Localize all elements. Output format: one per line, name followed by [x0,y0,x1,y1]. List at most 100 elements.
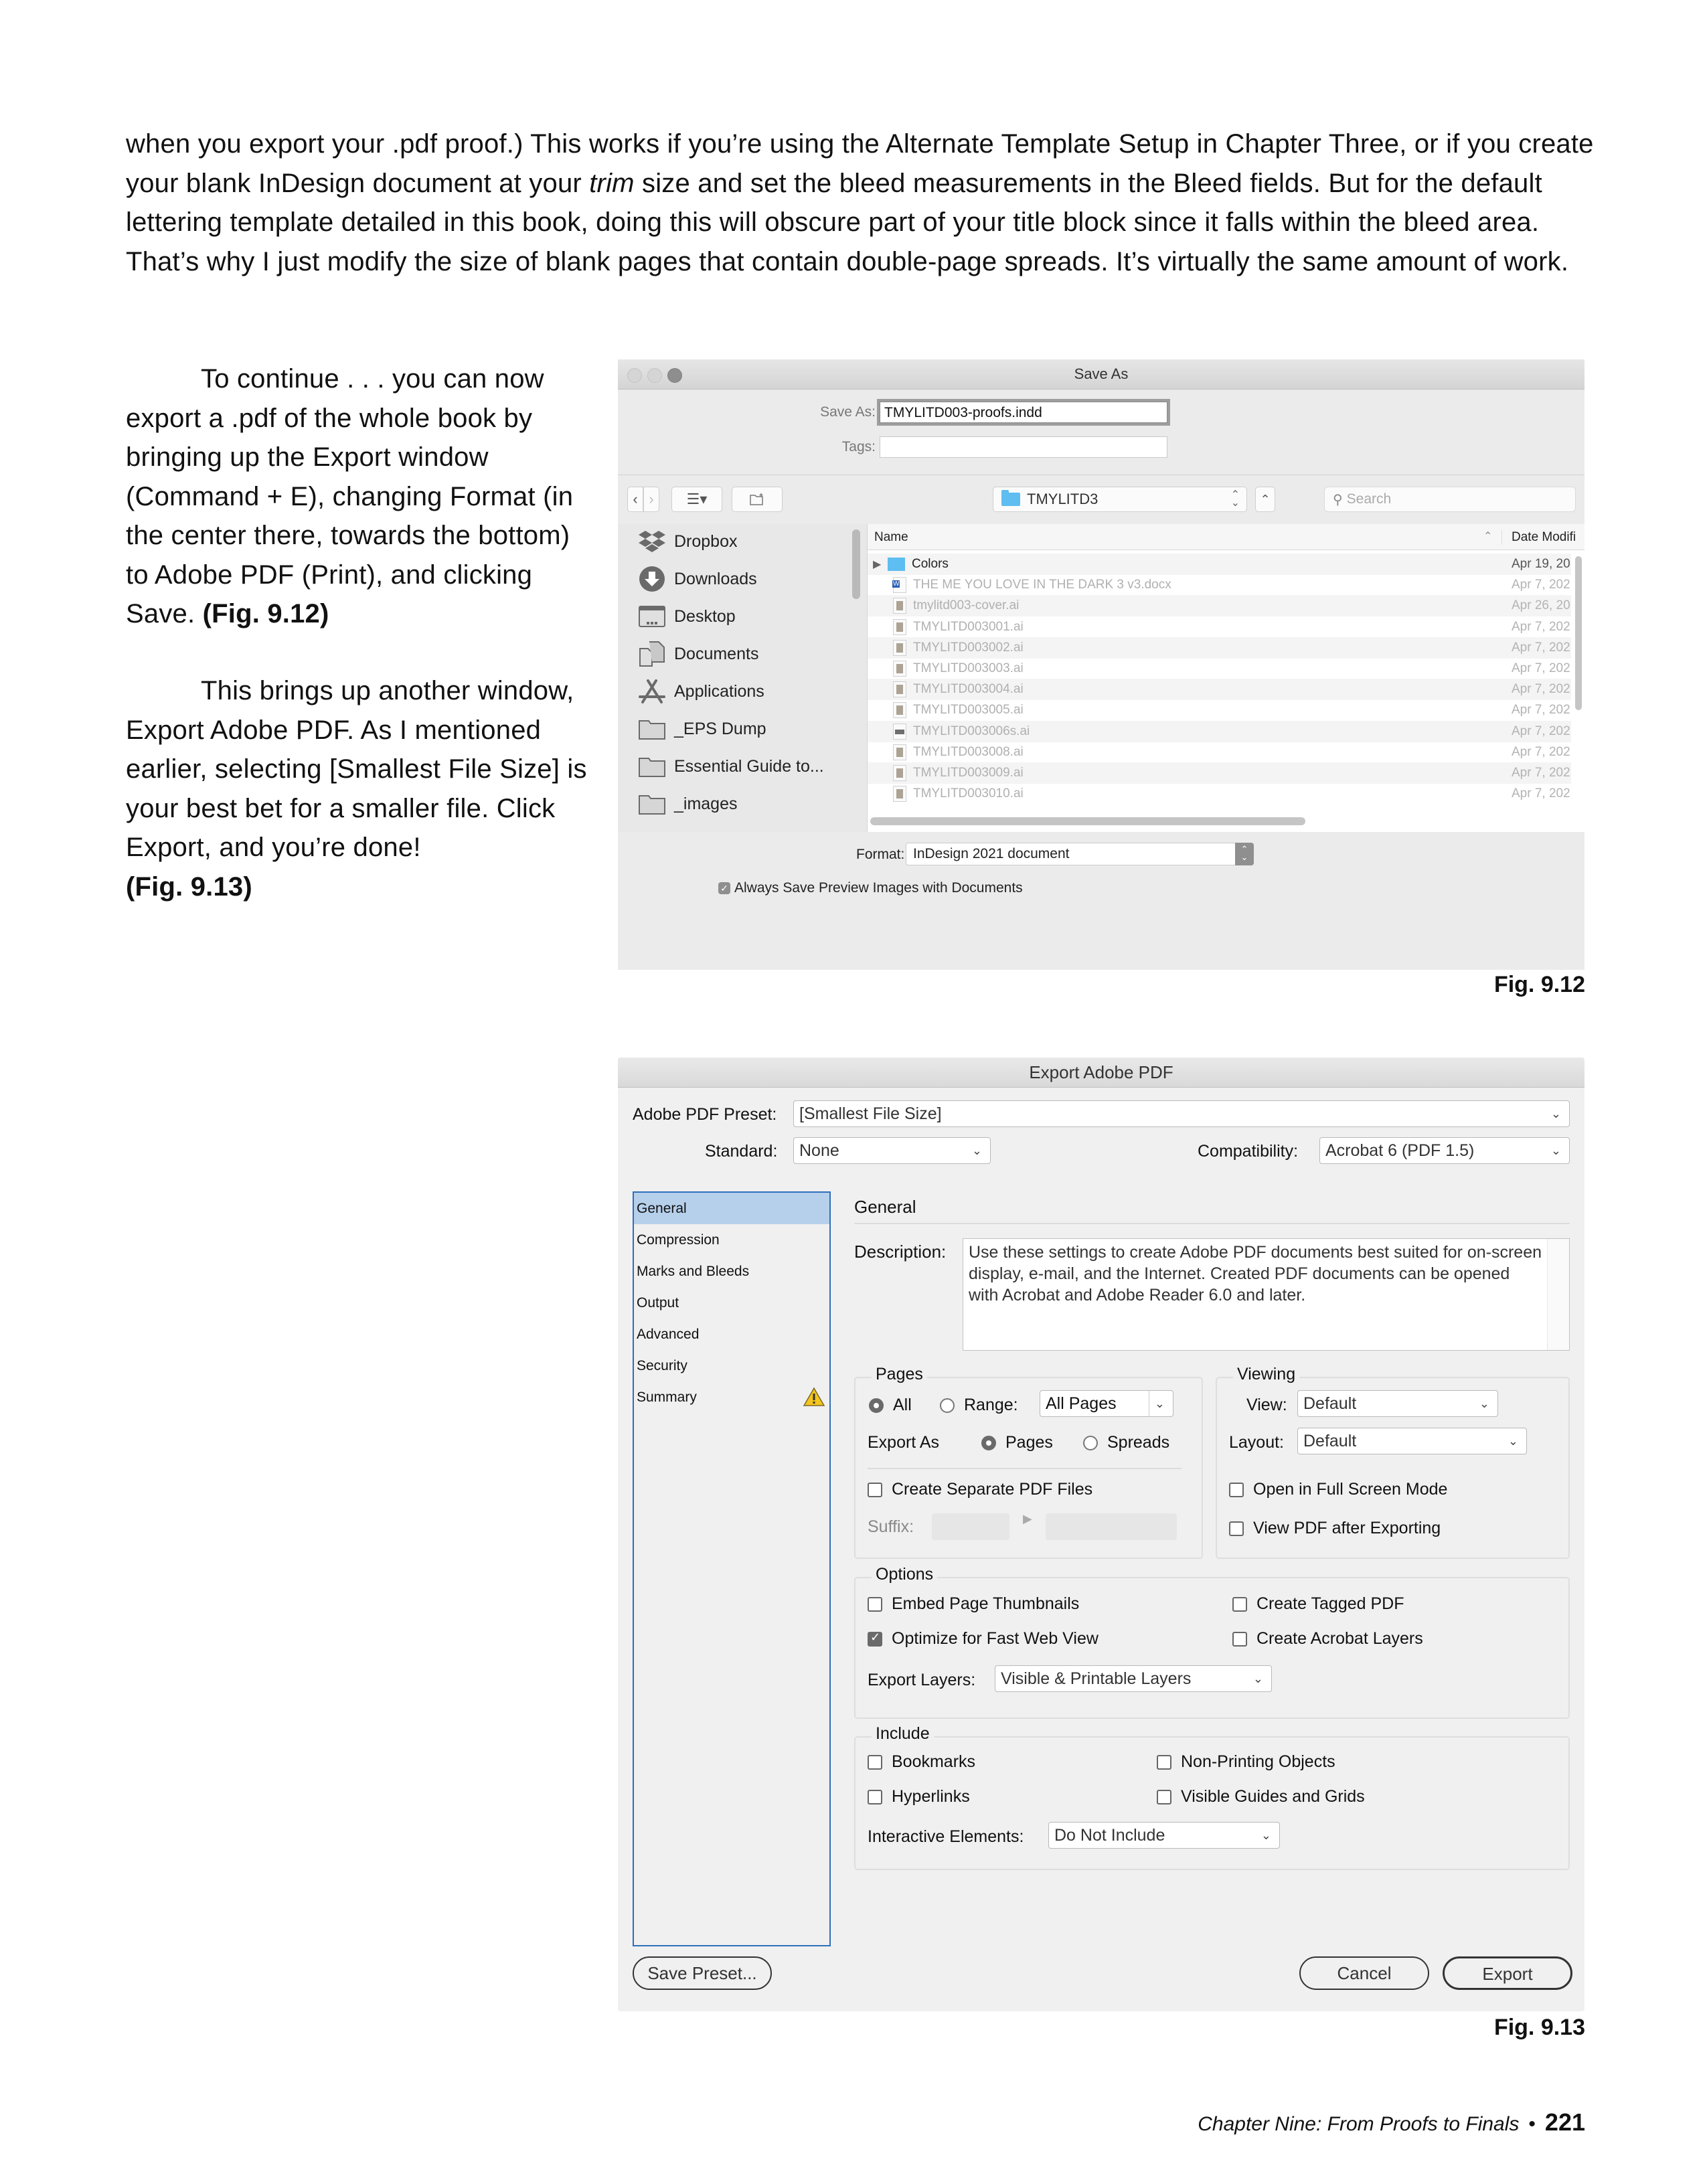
sidebar-item-dropbox[interactable]: Dropbox [638,528,738,555]
sidebar-item-images[interactable]: _images [638,790,738,817]
sidebar-item-essential-guide[interactable]: Essential Guide to... [638,753,824,780]
panel-item-general[interactable]: General [634,1193,829,1224]
paragraph-continue-text: To continue . . . you can now export a .… [126,364,574,628]
fast-web-view-checkbox[interactable]: Optimize for Fast Web View [868,1629,1099,1649]
range-radio[interactable]: Range: [940,1396,1018,1415]
file-row[interactable]: TMYLITD003009.ai Apr 7, 202 [868,762,1571,784]
acrobat-layers-checkbox[interactable]: Create Acrobat Layers [1232,1629,1423,1649]
panel-item-output[interactable]: Output [634,1287,829,1319]
file-row[interactable]: TMYLITD003005.ai Apr 7, 202 [868,699,1571,721]
zoom-window-button[interactable] [667,368,682,383]
sidebar-item-documents[interactable]: Documents [638,641,758,667]
sidebar-item-eps-dump[interactable]: _EPS Dump [638,716,766,742]
illustrator-file-icon [893,681,906,698]
suffix-field[interactable] [932,1513,1009,1540]
close-window-button[interactable] [627,368,642,383]
embed-thumbnails-checkbox[interactable]: Embed Page Thumbnails [868,1594,1079,1614]
view-after-export-checkbox[interactable]: View PDF after Exporting [1229,1519,1441,1538]
file-row[interactable]: TMYLITD003003.ai Apr 7, 202 [868,658,1571,679]
interactive-elements-select[interactable]: Do Not Include ⌄ [1048,1822,1280,1849]
export-layers-select[interactable]: Visible & Printable Layers ⌄ [995,1665,1272,1692]
folder-icon [638,753,666,780]
panel-item-marks-and-bleeds[interactable]: Marks and Bleeds [634,1256,829,1287]
standard-value: None [799,1141,839,1160]
desktop-icon [638,603,666,630]
hyperlinks-checkbox[interactable]: Hyperlinks [868,1787,970,1807]
panel-item-summary[interactable]: Summary [634,1381,829,1413]
cancel-button[interactable]: Cancel [1299,1956,1429,1990]
file-row[interactable]: TMYLITD003001.ai Apr 7, 202 [868,616,1571,638]
file-row[interactable]: tmylitd003-cover.ai Apr 26, 20 [868,595,1571,617]
panel-item-advanced[interactable]: Advanced [634,1319,829,1350]
compatibility-value: Acrobat 6 (PDF 1.5) [1325,1141,1475,1160]
sidebar-item-applications[interactable]: Applications [638,678,764,705]
view-select[interactable]: Default ⌄ [1297,1390,1498,1417]
new-folder-button[interactable] [732,487,783,512]
separate-pdf-checkbox[interactable]: Create Separate PDF Files [868,1480,1092,1499]
location-popup[interactable]: TMYLITD3 ⌃ ⌄ [993,487,1247,512]
standard-select[interactable]: None ⌄ [793,1137,991,1164]
dialog-title: Save As [1074,365,1129,382]
suffix-token-field[interactable] [1046,1513,1177,1540]
checkbox-unchecked-icon [868,1754,882,1770]
horizontal-scrollbar[interactable] [870,817,1305,825]
bookmarks-checkbox[interactable]: Bookmarks [868,1752,975,1772]
folder-icon [1001,490,1020,506]
radio-selected-icon [869,1398,884,1413]
vertical-scrollbar[interactable] [1575,556,1582,710]
back-button[interactable]: ‹ [627,487,643,512]
updown-chevron-icon: ⌃ ⌄ [1235,843,1254,865]
export-layers-value: Visible & Printable Layers [1001,1669,1192,1688]
sidebar-scrollbar[interactable] [852,529,860,599]
preset-select[interactable]: [Smallest File Size] ⌄ [793,1100,1570,1127]
column-date-header[interactable]: Date Modifi [1501,530,1576,545]
file-row[interactable]: THE ME YOU LOVE IN THE DARK 3 v3.docx Apr… [868,574,1571,596]
sidebar-item-desktop[interactable]: Desktop [638,603,736,630]
folder-row[interactable]: ▶ Colors Apr 19, 20 [868,554,1571,575]
export-button[interactable]: Export [1443,1956,1572,1990]
file-row[interactable]: TMYLITD003008.ai Apr 7, 202 [868,742,1571,763]
tags-input[interactable] [880,436,1167,458]
non-printing-checkbox[interactable]: Non-Printing Objects [1157,1752,1335,1772]
include-group-title: Include [872,1724,934,1744]
emphasized-text: trim [589,168,635,198]
file-row[interactable]: TMYLITD003002.ai Apr 7, 202 [868,637,1571,659]
file-row[interactable]: TMYLITD003004.ai Apr 7, 202 [868,679,1571,701]
search-input[interactable]: ⚲ Search [1324,487,1576,512]
file-name: TMYLITD003005.ai [913,703,1024,718]
page-range-combobox[interactable]: All Pages ⌄ [1040,1390,1173,1417]
full-screen-checkbox[interactable]: Open in Full Screen Mode [1229,1480,1447,1499]
illustrator-file-icon [893,786,906,803]
forward-button[interactable]: › [643,487,659,512]
export-spreads-radio[interactable]: Spreads [1083,1433,1169,1452]
column-name-header[interactable]: Name [874,530,908,545]
compatibility-select[interactable]: Acrobat 6 (PDF 1.5) ⌄ [1319,1137,1570,1164]
folder-icon [638,790,666,817]
guides-grids-checkbox[interactable]: Visible Guides and Grids [1157,1787,1365,1807]
panel-item-compression[interactable]: Compression [634,1224,829,1256]
panel-item-security[interactable]: Security [634,1350,829,1381]
file-row[interactable]: TMYLITD003010.ai Apr 7, 202 [868,783,1571,805]
location-name: TMYLITD3 [1027,491,1099,507]
downloads-icon [638,566,666,592]
disclosure-triangle-icon[interactable]: ▶ [873,558,888,571]
layout-select[interactable]: Default ⌄ [1297,1428,1527,1454]
filename-input[interactable]: TMYLITD003-proofs.indd [880,402,1167,423]
format-select[interactable]: InDesign 2021 document ⌃ ⌄ [906,843,1254,865]
save-preset-button[interactable]: Save Preset... [633,1956,772,1990]
pages-divider [868,1468,1182,1469]
bookmarks-label: Bookmarks [892,1752,976,1771]
all-pages-radio[interactable]: All [869,1396,912,1415]
tagged-pdf-checkbox[interactable]: Create Tagged PDF [1232,1594,1404,1614]
minimize-window-button[interactable] [647,368,662,383]
format-value: InDesign 2021 document [913,846,1070,861]
file-row[interactable]: TMYLITD003006s.ai Apr 7, 202 [868,720,1571,742]
save-as-label: Save As: [820,404,876,420]
sidebar-item-downloads[interactable]: Downloads [638,566,757,592]
preview-images-checkbox[interactable]: ✓ Always Save Preview Images with Docume… [718,880,1023,896]
chevron-up-icon: ⌃ [1260,492,1271,506]
collapse-dialog-button[interactable]: ⌃ [1255,487,1275,512]
view-after-export-label: View PDF after Exporting [1253,1519,1441,1537]
export-pages-radio[interactable]: Pages [981,1433,1053,1452]
view-options-button[interactable]: ☰▾ [671,487,722,512]
